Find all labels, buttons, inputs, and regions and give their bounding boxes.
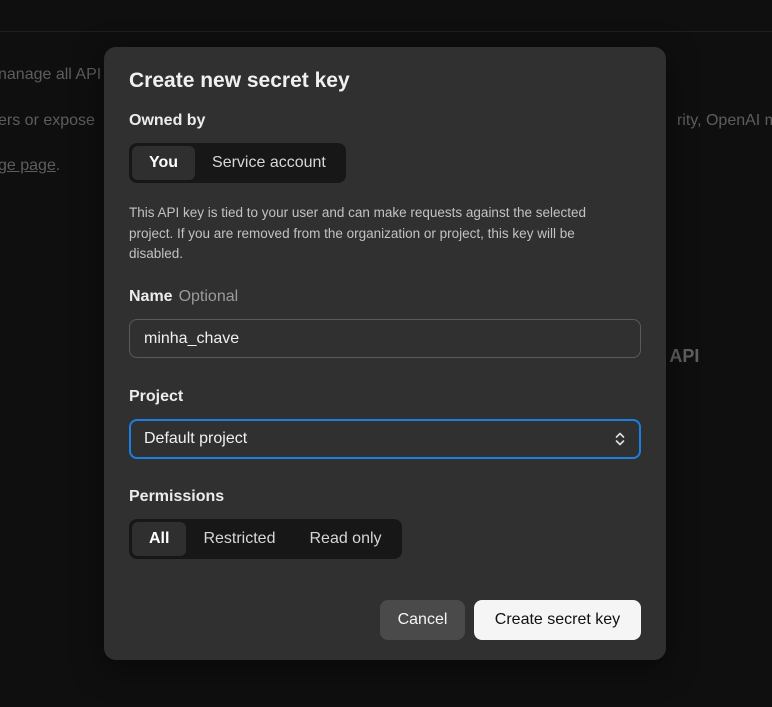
permissions-label: Permissions xyxy=(129,488,225,505)
permissions-all-option[interactable]: All xyxy=(132,522,187,556)
owned-by-toggle: You Service account xyxy=(129,143,346,183)
ownership-help-text: This API key is tied to your user and ca… xyxy=(129,205,586,261)
background-text-line-3: ge page. xyxy=(0,157,60,175)
name-optional-hint: Optional xyxy=(178,288,239,305)
page: nanage all API ers or expose rity, OpenA… xyxy=(0,0,772,707)
permissions-toggle: All Restricted Read only xyxy=(129,519,402,559)
background-text-line-2-right: rity, OpenAI m xyxy=(676,112,772,129)
create-secret-key-button[interactable]: Create secret key xyxy=(474,600,641,640)
owned-by-service-account-option[interactable]: Service account xyxy=(195,146,343,180)
owned-by-you-option[interactable]: You xyxy=(132,146,196,180)
name-label: Name Optional xyxy=(129,288,238,306)
permissions-read-only-option[interactable]: Read only xyxy=(292,522,398,556)
owned-by-label: Owned by xyxy=(129,112,206,129)
project-select[interactable]: Default project xyxy=(129,419,641,459)
project-select-value: Default project xyxy=(144,430,248,447)
create-secret-key-dialog: Create new secret key Owned by You Servi… xyxy=(104,47,666,660)
project-label: Project xyxy=(129,388,184,405)
chevron-up-down-icon xyxy=(615,432,625,446)
name-input[interactable] xyxy=(129,319,641,358)
background-divider xyxy=(0,31,772,32)
cancel-button[interactable]: Cancel xyxy=(380,600,465,640)
dialog-title: Create new secret key xyxy=(129,69,350,92)
background-text-line-1: nanage all API xyxy=(0,66,102,83)
permissions-restricted-option[interactable]: Restricted xyxy=(186,522,292,556)
background-text-suffix: . xyxy=(55,157,61,174)
name-label-text: Name xyxy=(129,288,173,305)
background-link[interactable]: ge page xyxy=(0,157,56,174)
background-text-line-2: ers or expose xyxy=(0,112,95,129)
